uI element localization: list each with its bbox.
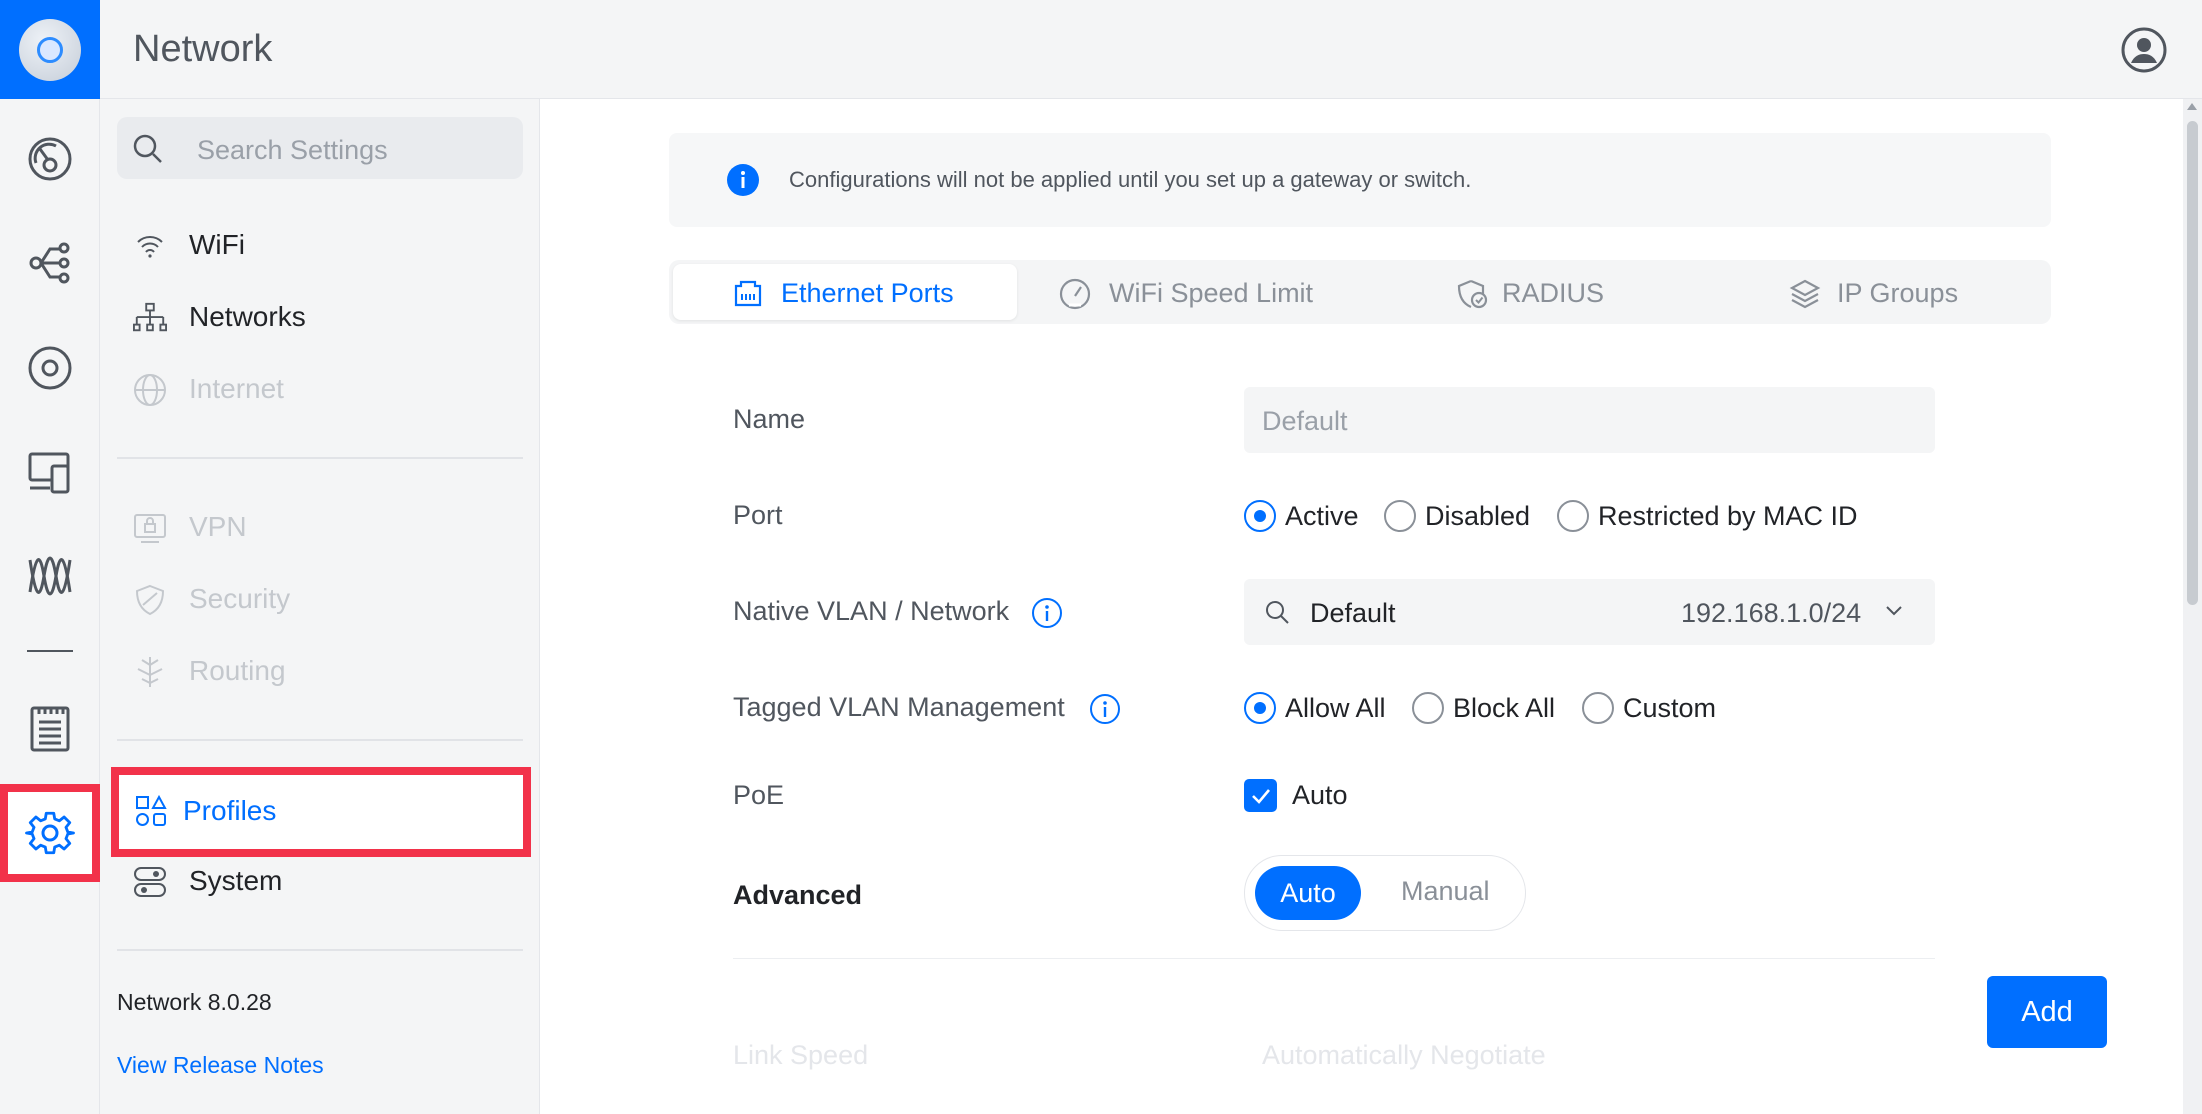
nav-divider xyxy=(117,949,523,951)
nav-item-security[interactable]: Security xyxy=(117,569,523,629)
tab-label: WiFi Speed Limit xyxy=(1109,278,1314,308)
profiles-icon xyxy=(135,794,167,832)
native-vlan-value: Default xyxy=(1310,598,1396,628)
name-placeholder: Default xyxy=(1262,406,1348,436)
networks-icon xyxy=(133,301,167,335)
search-settings[interactable]: Search Settings xyxy=(117,117,523,179)
nav-item-vpn[interactable]: VPN xyxy=(117,497,523,557)
user-account-icon[interactable] xyxy=(2120,26,2168,74)
vpn-icon xyxy=(133,511,167,545)
insights-icon[interactable] xyxy=(23,549,77,603)
tab-label: Ethernet Ports xyxy=(781,278,954,308)
tab-label: IP Groups xyxy=(1837,278,1959,308)
advanced-label: Advanced xyxy=(733,880,863,910)
profile-tabs: Ethernet Ports WiFi Speed Limit RADIUS I… xyxy=(669,260,2051,324)
nav-item-internet[interactable]: Internet xyxy=(117,359,523,419)
nav-label-routing: Routing xyxy=(189,655,286,686)
app-title: Network xyxy=(133,28,273,70)
tab-label: RADIUS xyxy=(1502,278,1605,308)
port-radio-active[interactable]: Active xyxy=(1244,498,1359,534)
topology-icon[interactable] xyxy=(23,236,77,290)
release-notes-link[interactable]: View Release Notes xyxy=(117,1052,324,1079)
nav-item-routing[interactable]: Routing xyxy=(117,641,523,701)
poe-label: PoE xyxy=(733,780,785,810)
add-button[interactable]: Add xyxy=(1987,976,2107,1048)
top-header: Network xyxy=(0,0,2202,99)
nav-label-system: System xyxy=(189,865,283,896)
tagged-radio-allow-all[interactable]: Allow All xyxy=(1244,690,1386,726)
link-speed-value: Automatically Negotiate xyxy=(1262,1040,1546,1070)
native-vlan-info-icon[interactable] xyxy=(1031,597,1063,629)
search-icon xyxy=(133,134,162,163)
search-icon xyxy=(1266,601,1289,624)
tagged-vlan-label: Tagged VLAN Management xyxy=(733,692,1065,722)
native-vlan-subnet: 192.168.1.0/24 xyxy=(1681,598,1862,628)
advanced-toggle: Auto Manual xyxy=(1244,855,1526,931)
dashboard-icon[interactable] xyxy=(23,132,77,186)
link-speed-label: Link Speed xyxy=(733,1040,869,1070)
name-input[interactable]: Default xyxy=(1244,387,1935,453)
advanced-auto-option[interactable]: Auto xyxy=(1255,866,1361,920)
settings-nav: Search Settings WiFi Networks Internet V… xyxy=(100,99,540,1114)
chevron-down-icon xyxy=(1886,606,1902,616)
rail-divider xyxy=(27,650,73,652)
section-divider xyxy=(733,958,1935,959)
info-banner: Configurations will not be applied until… xyxy=(669,133,2051,227)
wifi-icon xyxy=(133,229,167,263)
ethernet-icon xyxy=(734,280,762,307)
nav-item-profiles-highlight: Profiles xyxy=(111,767,531,857)
nav-item-networks[interactable]: Networks xyxy=(117,287,523,347)
speedometer-icon xyxy=(1059,278,1091,310)
port-radio-restricted[interactable]: Restricted by MAC ID xyxy=(1557,498,1858,534)
tagged-radio-custom[interactable]: Custom xyxy=(1582,690,1716,726)
nav-label-vpn: VPN xyxy=(189,511,247,542)
layers-icon xyxy=(1789,279,1821,309)
routing-icon xyxy=(133,655,167,689)
search-placeholder: Search Settings xyxy=(197,135,388,165)
nav-label-profiles: Profiles xyxy=(183,795,277,826)
name-label: Name xyxy=(733,404,806,434)
tab-ethernet-ports[interactable]: Ethernet Ports xyxy=(673,264,1017,320)
nav-label-networks: Networks xyxy=(189,301,306,332)
unifi-logo[interactable] xyxy=(0,0,100,99)
nav-divider xyxy=(117,457,523,459)
radius-icon xyxy=(1457,279,1488,309)
nav-item-profiles[interactable]: Profiles xyxy=(119,775,523,849)
native-vlan-select[interactable]: Default 192.168.1.0/24 xyxy=(1244,579,1935,645)
nav-label-wifi: WiFi xyxy=(189,229,245,260)
scroll-up-arrow-icon[interactable] xyxy=(2187,103,2197,110)
tab-ip-groups[interactable]: IP Groups xyxy=(1789,264,2009,320)
tab-radius[interactable]: RADIUS xyxy=(1457,264,1637,320)
left-rail xyxy=(0,99,100,1114)
nav-divider xyxy=(117,739,523,741)
globe-icon xyxy=(133,373,167,407)
banner-text: Configurations will not be applied until… xyxy=(789,167,1472,192)
poe-auto-label: Auto xyxy=(1292,780,1348,810)
devices-icon[interactable] xyxy=(23,341,77,395)
nav-item-wifi[interactable]: WiFi xyxy=(117,215,523,275)
nav-label-internet: Internet xyxy=(189,373,284,404)
tab-wifi-speed-limit[interactable]: WiFi Speed Limit xyxy=(1059,264,1379,320)
logo-icon xyxy=(19,18,81,81)
tagged-vlan-info-icon[interactable] xyxy=(1089,693,1121,725)
check-icon xyxy=(1251,788,1270,804)
shield-icon xyxy=(133,583,167,617)
native-vlan-label: Native VLAN / Network xyxy=(733,596,1010,626)
info-icon xyxy=(727,164,759,196)
system-icon xyxy=(133,865,167,899)
settings-rail-item[interactable] xyxy=(0,784,100,882)
port-radio-disabled[interactable]: Disabled xyxy=(1384,498,1530,534)
port-label: Port xyxy=(733,500,783,530)
scroll-thumb[interactable] xyxy=(2187,121,2198,605)
settings-icon xyxy=(25,811,75,855)
main-scrollbar[interactable] xyxy=(2183,99,2202,1114)
version-text: Network 8.0.28 xyxy=(117,989,272,1015)
nav-item-system[interactable]: System xyxy=(117,851,523,911)
tagged-radio-block-all[interactable]: Block All xyxy=(1412,690,1555,726)
clients-icon[interactable] xyxy=(23,445,77,499)
advanced-manual-option[interactable]: Manual xyxy=(1401,876,1490,907)
nav-label-security: Security xyxy=(189,583,291,614)
logs-icon[interactable] xyxy=(23,701,77,755)
poe-auto-checkbox[interactable] xyxy=(1244,779,1277,812)
